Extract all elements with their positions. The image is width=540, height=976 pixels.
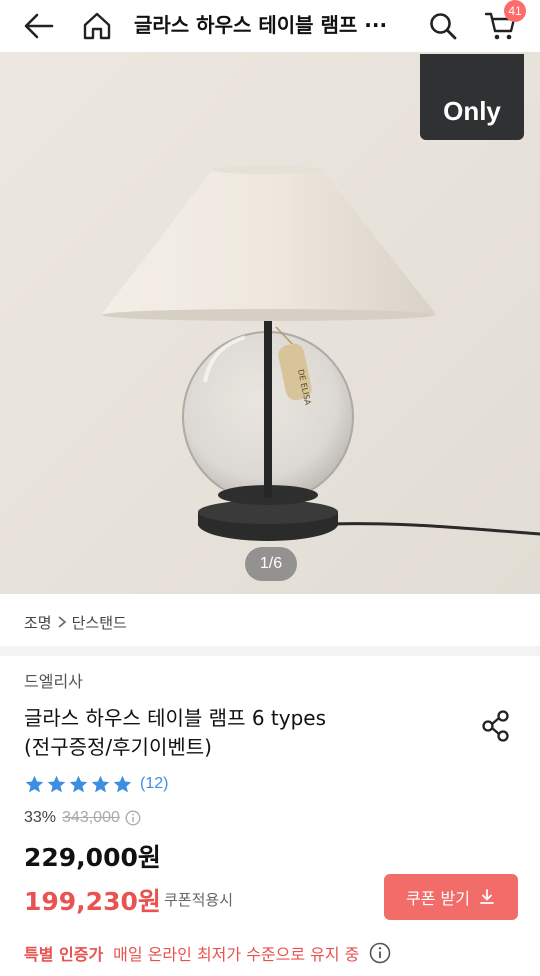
get-coupon-button[interactable]: 쿠폰 받기 xyxy=(384,874,518,920)
product-title: 글라스 하우스 테이블 램프 6 types (전구증정/후기이벤트) xyxy=(24,704,444,762)
rating-row[interactable]: (12) xyxy=(24,772,168,796)
chevron-right-icon xyxy=(56,615,68,629)
section-divider xyxy=(0,646,540,656)
only-badge: Only xyxy=(420,54,524,140)
star-icon xyxy=(69,775,88,792)
home-icon xyxy=(83,12,111,40)
share-button[interactable] xyxy=(478,706,514,746)
share-icon xyxy=(482,710,509,742)
download-icon xyxy=(480,889,494,904)
star-icon xyxy=(25,775,44,792)
product-title-line2: (전구증정/후기이벤트) xyxy=(24,735,212,759)
special-price-text: 매일 온라인 최저가 수준으로 유지 중 xyxy=(113,945,360,964)
special-price-row: 특별 인증가 매일 온라인 최저가 수준으로 유지 중 xyxy=(24,940,391,966)
discount-row: 33% 343,000 xyxy=(24,806,141,830)
cart-count-badge: 41 xyxy=(504,0,526,22)
product-title-line1: 글라스 하우스 테이블 램프 6 types xyxy=(24,706,327,730)
coupon-note: 쿠폰적용시 xyxy=(164,891,234,909)
home-button[interactable] xyxy=(72,0,122,52)
special-price-label: 특별 인증가 xyxy=(24,945,104,964)
coupon-button-label: 쿠폰 받기 xyxy=(406,889,470,908)
brand-name[interactable]: 드엘리사 xyxy=(24,668,83,692)
sale-price: 229,000원 xyxy=(24,843,161,872)
page-title: 글라스 하우스 테이블 램프 ··· xyxy=(134,13,388,37)
star-icon xyxy=(47,775,66,792)
breadcrumb-item-lighting[interactable]: 조명 xyxy=(24,612,52,633)
review-count[interactable]: (12) xyxy=(140,775,168,793)
breadcrumb-item-stand[interactable]: 단스탠드 xyxy=(72,612,127,633)
cart-button[interactable]: 41 xyxy=(474,0,528,52)
search-button[interactable] xyxy=(418,0,468,52)
back-arrow-icon xyxy=(24,13,54,39)
special-info-button[interactable] xyxy=(369,942,391,964)
coupon-price: 199,230원 xyxy=(24,887,161,916)
original-price: 343,000 xyxy=(62,809,120,826)
info-icon xyxy=(370,942,391,964)
star-icon xyxy=(91,775,110,792)
image-page-counter: 1/6 xyxy=(245,547,297,581)
star-icon xyxy=(113,775,132,792)
breadcrumb: 조명 단스탠드 xyxy=(24,608,127,636)
search-icon xyxy=(430,13,457,40)
price-info-button[interactable] xyxy=(125,810,141,826)
back-button[interactable] xyxy=(14,0,64,52)
top-app-bar: 글라스 하우스 테이블 램프 ··· 41 xyxy=(0,0,540,52)
star-rating xyxy=(24,774,133,795)
product-image-carousel[interactable]: DE ELISA Only 1/6 xyxy=(0,52,540,594)
info-icon xyxy=(125,810,141,826)
discount-rate: 33% xyxy=(24,809,57,826)
